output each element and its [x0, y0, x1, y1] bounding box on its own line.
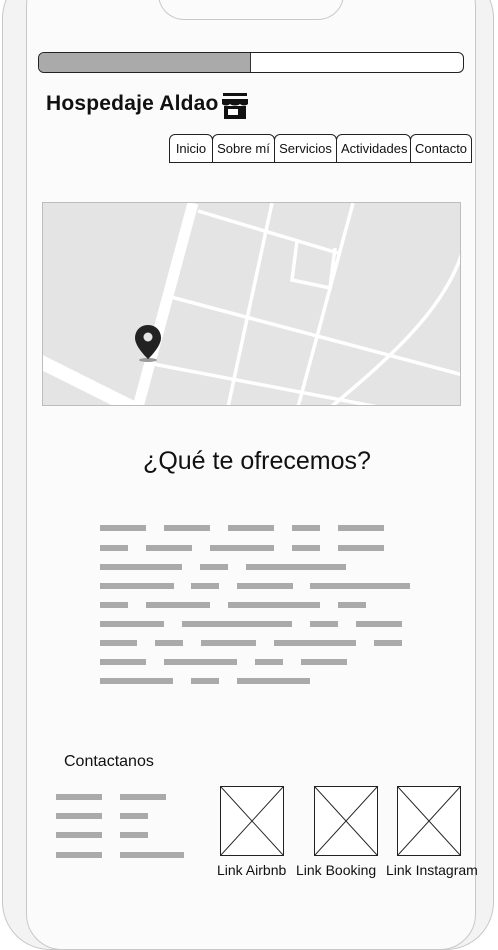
text-placeholder-line [310, 621, 338, 627]
phone-notch [158, 0, 344, 20]
text-placeholder-line [56, 794, 102, 800]
booking-image-placeholder[interactable] [314, 786, 378, 856]
text-placeholder-line [310, 583, 410, 589]
text-placeholder-line [56, 832, 102, 838]
text-placeholder-line [100, 640, 137, 646]
map-streets [43, 203, 460, 405]
link-airbnb[interactable]: Link Airbnb [217, 862, 286, 878]
text-placeholder-line [237, 678, 310, 684]
text-placeholder-line [120, 813, 148, 819]
airbnb-image-placeholder[interactable] [220, 786, 284, 856]
text-placeholder-line [210, 545, 274, 551]
text-placeholder-line [146, 545, 192, 551]
text-placeholder-line [374, 640, 402, 646]
text-placeholder-line [182, 621, 292, 627]
link-booking[interactable]: Link Booking [296, 862, 376, 878]
text-placeholder-line [338, 545, 384, 551]
text-placeholder-line [164, 525, 210, 531]
text-placeholder-line [237, 583, 293, 589]
text-placeholder-line [146, 602, 210, 608]
progress-bar-fill [39, 53, 251, 72]
text-placeholder-line [301, 659, 347, 665]
text-placeholder-line [56, 852, 102, 858]
text-placeholder-line [100, 621, 164, 627]
text-placeholder-line [100, 659, 146, 665]
text-placeholder-line [191, 678, 219, 684]
contact-label: Contactanos [64, 753, 154, 770]
text-placeholder-line [120, 832, 148, 838]
text-placeholder-line [292, 525, 320, 531]
text-placeholder-line [100, 525, 146, 531]
text-placeholder-line [200, 564, 228, 570]
tab-inicio[interactable]: Inicio [169, 134, 213, 163]
text-placeholder-line [228, 525, 274, 531]
text-placeholder-line [100, 583, 174, 589]
text-placeholder-line [274, 640, 356, 646]
section-heading: ¿Qué te ofrecemos? [143, 447, 371, 475]
link-instagram[interactable]: Link Instagram [386, 862, 478, 878]
text-placeholder-line [338, 602, 366, 608]
text-placeholder-line [246, 564, 346, 570]
nav-tabs: Inicio Sobre mí Servicios Actividades Co… [169, 134, 472, 163]
text-placeholder-line [255, 659, 283, 665]
text-placeholder-line [120, 852, 184, 858]
tab-actividades[interactable]: Actividades [336, 134, 411, 163]
tab-sobre-mi[interactable]: Sobre mí [212, 134, 275, 163]
text-placeholder-line [191, 583, 219, 589]
progress-bar [38, 52, 464, 73]
text-placeholder-line [100, 564, 182, 570]
text-placeholder-line [356, 621, 402, 627]
text-placeholder-line [120, 794, 166, 800]
text-placeholder-line [56, 813, 102, 819]
tab-contacto[interactable]: Contacto [410, 134, 472, 163]
text-placeholder-line [100, 545, 128, 551]
text-placeholder-line [228, 602, 320, 608]
text-placeholder-line [201, 640, 256, 646]
map-pin-icon[interactable] [133, 323, 163, 363]
text-placeholder-line [164, 659, 237, 665]
site-title: Hospedaje Aldao [46, 92, 219, 115]
map[interactable] [42, 202, 461, 406]
instagram-image-placeholder[interactable] [397, 786, 461, 856]
tab-servicios[interactable]: Servicios [274, 134, 337, 163]
store-icon [220, 92, 250, 120]
text-placeholder-line [292, 545, 320, 551]
text-placeholder-line [100, 602, 128, 608]
text-placeholder-line [100, 678, 173, 684]
text-placeholder-line [155, 640, 183, 646]
text-placeholder-line [338, 525, 384, 531]
